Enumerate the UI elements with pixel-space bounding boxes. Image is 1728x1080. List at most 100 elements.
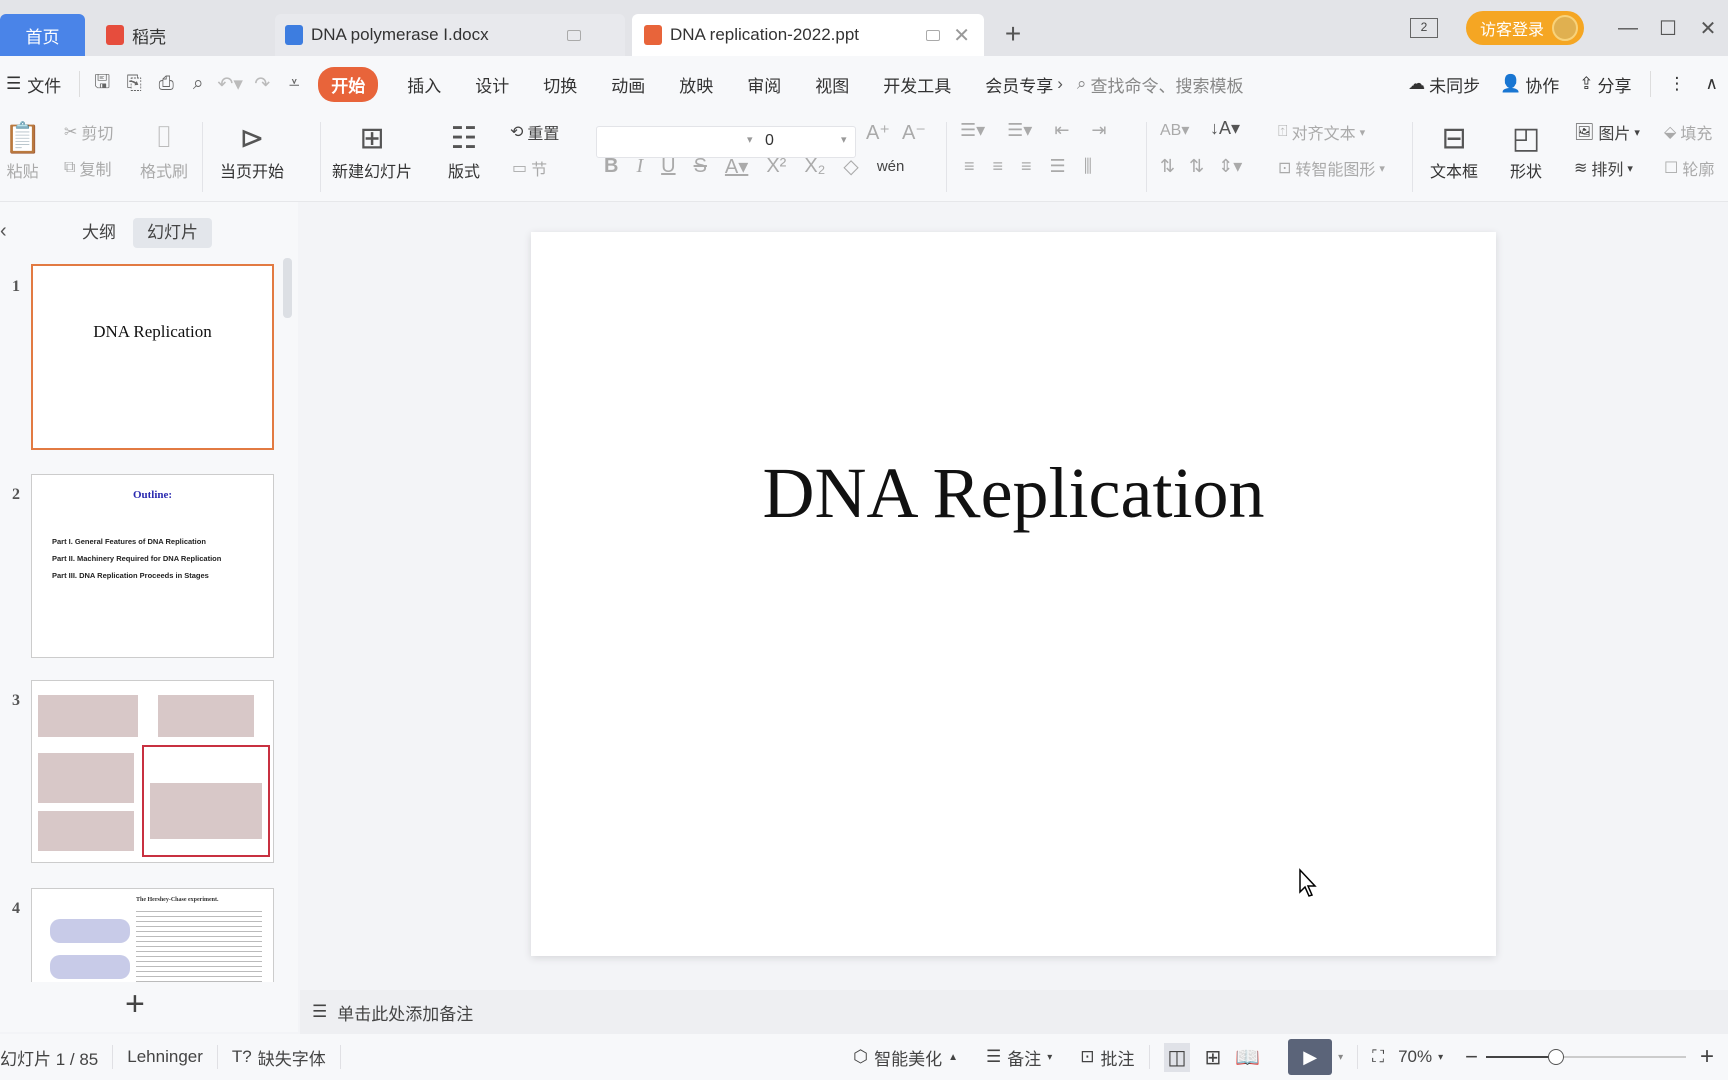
menu-tab-start[interactable]: 开始: [318, 66, 379, 102]
format-painter-button[interactable]: ⌷ 格式刷: [140, 118, 188, 182]
text-sort-icon[interactable]: ↓A▾: [1210, 118, 1240, 139]
menu-tab-slideshow[interactable]: 放映: [662, 72, 730, 97]
beautify-button[interactable]: ⬡ 智能美化 ▲: [839, 1045, 972, 1070]
align-center-icon[interactable]: ≡: [993, 156, 1004, 177]
notes-toggle-button[interactable]: ☰ 备注 ▾: [972, 1045, 1066, 1070]
distribute-icon[interactable]: ⫼: [1084, 156, 1092, 177]
window-count-icon[interactable]: 2: [1409, 18, 1438, 38]
increase-indent-icon[interactable]: ⇥: [1091, 120, 1106, 141]
line-spacing-before-icon[interactable]: ⇅: [1160, 156, 1175, 177]
slide-thumbnail-4[interactable]: The Hershey-Chase experiment.: [31, 888, 274, 982]
tab-slides[interactable]: 幻灯片: [133, 218, 212, 248]
section-button[interactable]: ▭ 节: [512, 156, 547, 180]
align-left-icon[interactable]: ≡: [964, 156, 975, 177]
tab-daoke[interactable]: 稻壳: [90, 14, 265, 56]
font-color-icon[interactable]: A▾: [725, 154, 748, 179]
slide-editor[interactable]: DNA Replication: [531, 232, 1496, 956]
menu-tab-animation[interactable]: 动画: [594, 72, 662, 97]
tab-ppt[interactable]: DNA replication-2022.ppt ✕: [632, 14, 984, 56]
layout-button[interactable]: ☷ 版式: [448, 118, 480, 182]
undo-icon[interactable]: ↶▾: [214, 73, 246, 96]
slide-thumbnail-1[interactable]: DNA Replication: [31, 264, 274, 450]
panel-scrollbar[interactable]: [283, 258, 292, 318]
close-window-button[interactable]: ✕: [1688, 16, 1728, 41]
chevron-down-icon[interactable]: ▾: [1338, 1052, 1343, 1063]
chevron-right-icon[interactable]: ›: [1057, 74, 1063, 94]
slide-thumbnail-3[interactable]: [31, 680, 274, 863]
line-spacing-after-icon[interactable]: ⇅: [1189, 156, 1204, 177]
align-text-button[interactable]: ⍐ 对齐文本 ▾: [1278, 120, 1365, 144]
line-spacing-icon[interactable]: ⇕▾: [1218, 156, 1242, 177]
monitor-icon[interactable]: [926, 29, 940, 41]
align-right-icon[interactable]: ≡: [1021, 156, 1032, 177]
new-tab-button[interactable]: +: [998, 18, 1028, 50]
notes-pane[interactable]: ☰ 单击此处添加备注: [300, 990, 1728, 1034]
font-size-value[interactable]: 0: [765, 132, 774, 150]
collapse-ribbon-icon[interactable]: ∧: [1696, 74, 1728, 94]
zoom-out-button[interactable]: −: [1457, 1044, 1486, 1070]
maximize-button[interactable]: ☐: [1648, 16, 1688, 41]
italic-icon[interactable]: I: [636, 155, 643, 178]
print-preview-icon[interactable]: ⌕: [182, 73, 214, 95]
comment-button[interactable]: ⊡ 批注: [1066, 1045, 1148, 1070]
guest-login-button[interactable]: 访客登录: [1465, 11, 1584, 45]
numbered-list-icon[interactable]: ☰▾: [1007, 120, 1032, 141]
tab-outline[interactable]: 大纲: [68, 218, 130, 248]
copy-button[interactable]: ⧉ 复制: [64, 156, 111, 180]
tab-home[interactable]: 首页: [0, 14, 85, 56]
menu-tab-developer[interactable]: 开发工具: [866, 72, 968, 97]
outline-button[interactable]: ☐ 轮廓: [1664, 156, 1714, 180]
menu-tab-insert[interactable]: 插入: [390, 72, 458, 97]
missing-font-button[interactable]: T? 缺失字体: [218, 1045, 340, 1070]
justify-icon[interactable]: ☰: [1050, 156, 1066, 177]
add-slide-button[interactable]: +: [125, 985, 145, 1024]
print-icon[interactable]: ⎙: [150, 73, 182, 95]
underline-icon[interactable]: U: [661, 155, 675, 178]
fit-window-icon[interactable]: ⛶: [1358, 1047, 1398, 1067]
play-from-current-button[interactable]: ⊳ 当页开始: [220, 118, 284, 182]
slideshow-play-button[interactable]: ▶: [1288, 1039, 1333, 1075]
new-slide-button[interactable]: ⊞ 新建幻灯片: [332, 118, 412, 182]
bold-icon[interactable]: B: [604, 155, 618, 178]
close-tab-icon[interactable]: ✕: [953, 23, 970, 48]
slide-sorter-icon[interactable]: ⊞: [1204, 1045, 1221, 1070]
theme-name[interactable]: Lehninger: [113, 1047, 217, 1067]
phonetic-guide-icon[interactable]: wén: [877, 158, 905, 175]
menu-tab-review[interactable]: 审阅: [730, 72, 798, 97]
slide-thumbnail-2[interactable]: Outline: Part I. General Features of DNA…: [31, 474, 274, 658]
share-button[interactable]: ⇪ 分享: [1569, 72, 1641, 97]
customize-toolbar-icon[interactable]: ⩡: [278, 73, 310, 95]
fill-button[interactable]: ⬙ 填充: [1664, 120, 1712, 144]
collapse-panel-icon[interactable]: ‹: [0, 220, 7, 243]
sync-status[interactable]: ☁ 未同步: [1398, 72, 1490, 97]
file-menu[interactable]: ☰ 文件: [0, 72, 73, 97]
strikethrough-icon[interactable]: S: [694, 155, 707, 178]
collaborate-button[interactable]: 👤 协作: [1490, 72, 1569, 97]
save-icon[interactable]: 🖫: [86, 68, 118, 100]
command-search[interactable]: ⌕ 查找命令、搜索模板: [1077, 72, 1244, 97]
bullet-list-icon[interactable]: ☰▾: [960, 120, 985, 141]
zoom-slider[interactable]: [1485, 1047, 1686, 1067]
menu-tab-view[interactable]: 视图: [798, 72, 866, 97]
zoom-level-select[interactable]: 70% ▾: [1398, 1047, 1457, 1067]
monitor-icon[interactable]: [567, 29, 581, 41]
decrease-indent-icon[interactable]: ⇤: [1054, 120, 1069, 141]
cut-button[interactable]: ✂ 剪切: [64, 120, 113, 144]
text-direction-icon[interactable]: AB▾: [1160, 120, 1189, 140]
arrange-button[interactable]: ≋ 排列 ▾: [1574, 156, 1633, 180]
clear-format-icon[interactable]: ◇: [843, 154, 858, 179]
slide-title[interactable]: DNA Replication: [531, 452, 1496, 535]
paste-button[interactable]: 📋 粘贴: [4, 118, 41, 182]
tab-docx[interactable]: DNA polymerase I.docx: [275, 14, 625, 56]
reset-button[interactable]: ⟲ 重置: [510, 120, 559, 144]
increase-font-icon[interactable]: A⁺: [866, 120, 890, 145]
normal-view-icon[interactable]: ◫: [1163, 1042, 1191, 1072]
subscript-icon[interactable]: X₂: [804, 155, 825, 178]
more-icon[interactable]: ⋮: [1659, 74, 1696, 94]
superscript-icon[interactable]: X²: [766, 155, 786, 178]
textbox-button[interactable]: ⊟ 文本框: [1430, 118, 1478, 182]
menu-tab-design[interactable]: 设计: [458, 72, 526, 97]
export-pdf-icon[interactable]: ⎘: [118, 73, 150, 95]
redo-icon[interactable]: ↷: [246, 73, 278, 96]
zoom-slider-knob[interactable]: [1547, 1049, 1564, 1065]
